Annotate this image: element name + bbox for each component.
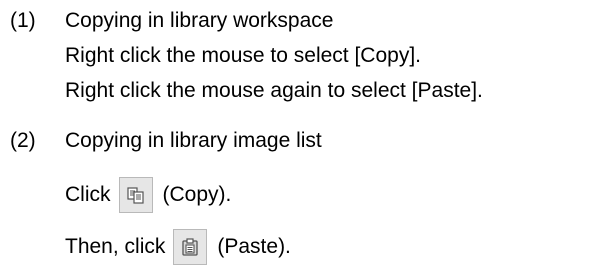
step-1-number: (1) [10,9,36,32]
step-1-title: Copying in library workspace [65,9,334,32]
step-2-number: (2) [10,129,36,152]
copy-instruction: Click (Copy). [65,175,231,215]
step-1-instruction-copy: Right click the mouse to select [Copy]. [65,44,421,67]
paste-instruction-prefix: Then, click [65,235,166,258]
copy-button[interactable] [118,177,153,213]
step-2-title: Copying in library image list [65,129,322,152]
copy-instruction-suffix: (Copy). [162,183,232,206]
paste-instruction: Then, click (Paste). [65,227,291,267]
copy-icon [126,187,144,204]
paste-icon [182,238,199,256]
paste-instruction-suffix: (Paste). [217,235,291,258]
paste-button[interactable] [173,229,208,265]
step-1-instruction-paste: Right click the mouse again to select [P… [65,79,483,102]
copy-instruction-prefix: Click [65,183,111,206]
